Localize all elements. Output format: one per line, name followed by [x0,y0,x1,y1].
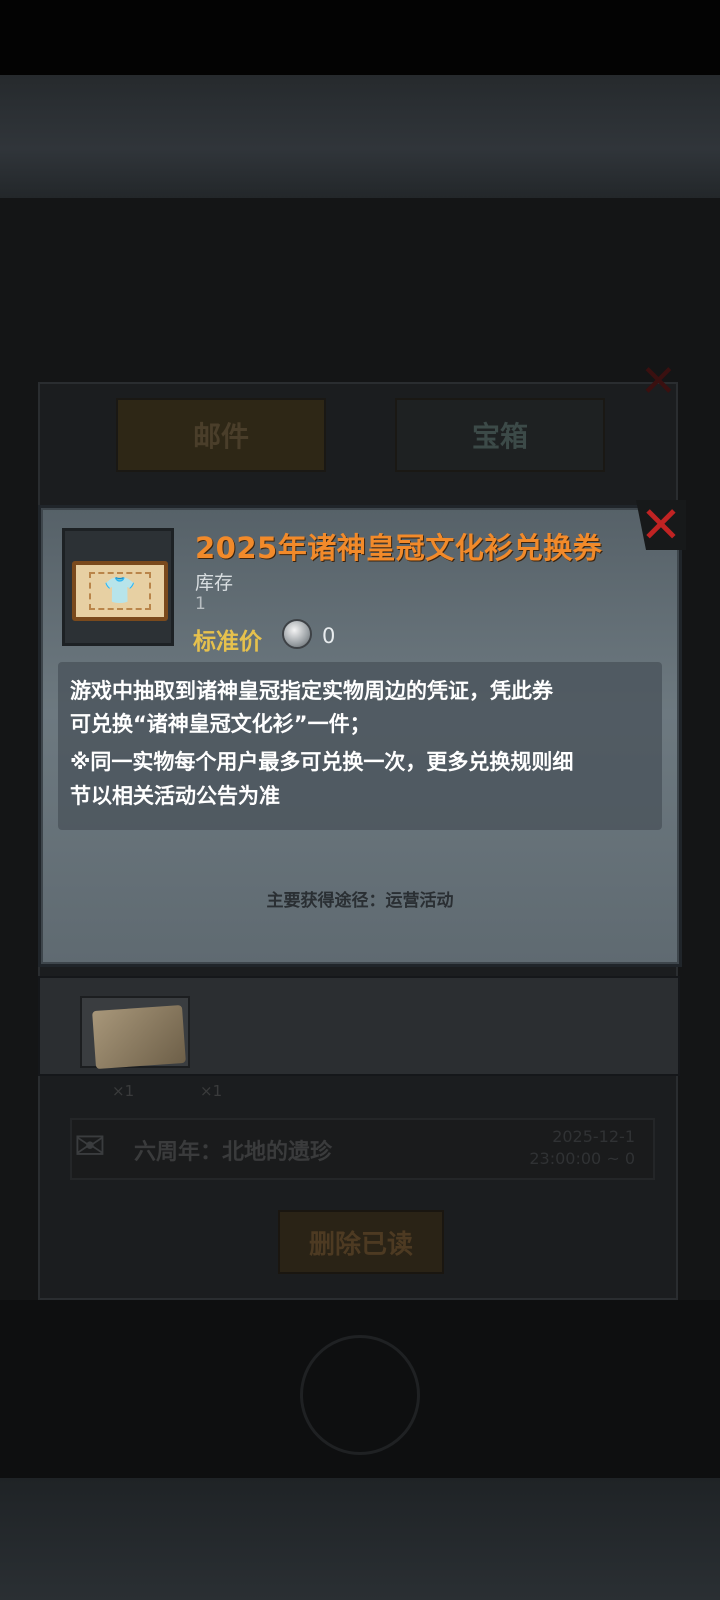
acquisition-source: 主要获得途径：运营活动 [266,891,454,911]
attachment-count: ×1 [112,1082,135,1100]
price-label: 标准价 [193,629,262,655]
description-line: 可兑换“诸神皇冠文化衫”一件； [70,712,371,736]
tshirt-ticket-icon: 👕 [72,561,168,621]
description-line: ※同一实物每个用户最多可兑换一次，更多兑换规则细 [70,750,574,774]
description-line: 节以相关活动公告为准 [70,784,280,808]
tshirt-icon: 👕 [89,572,151,610]
bottom-banner [0,1478,720,1600]
mail-panel-close-icon[interactable]: ✕ [640,360,684,404]
stock-value: 1 [195,594,206,614]
mail-title: 六周年：北地的遗珍 [134,1140,333,1165]
attachment-count: ×1 [200,1082,223,1100]
status-bar-area [0,0,720,75]
mail-envelope-icon: ✉ [74,1124,106,1168]
stock-label: 库存 [195,572,234,594]
delete-read-button[interactable]: 删除已读 [278,1210,444,1274]
description-line: 游戏中抽取到诸神皇冠指定实物周边的凭证，凭此券 [70,679,553,703]
item-name: 2025年诸神皇冠文化衫兑换券 [195,531,603,565]
top-banner [0,75,720,198]
mail-date-line1: 2025-12-1 [552,1127,635,1146]
mail-date: 2025-12-1 23:00:00 ~ 0 [505,1126,635,1170]
tab-chest[interactable]: 宝箱 [395,398,605,472]
tab-mail[interactable]: 邮件 [116,398,326,472]
avatar-frame [300,1335,420,1455]
parchment-icon [92,1004,186,1070]
price-value: 0 [322,624,336,648]
silver-coin-icon [282,619,312,649]
mail-date-line2: 23:00:00 ~ 0 [529,1149,635,1168]
